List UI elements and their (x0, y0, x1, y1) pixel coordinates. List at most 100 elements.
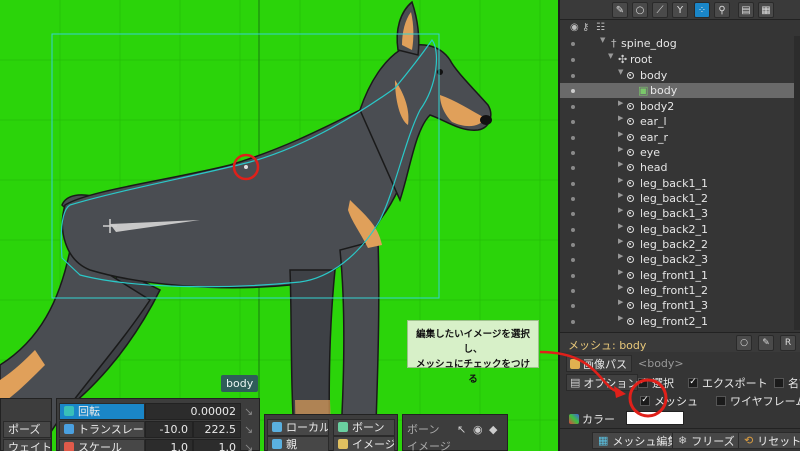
visibility-dot[interactable] (571, 289, 575, 293)
expand-arrow-icon[interactable]: ▶ (618, 206, 623, 214)
expand-arrow-icon[interactable]: ▶ (618, 237, 623, 245)
scale-y-value[interactable]: 1.0 (193, 438, 241, 451)
tag-icon[interactable]: ◆ (489, 423, 497, 436)
expand-arrow-icon[interactable]: ▶ (618, 176, 623, 184)
expand-arrow-icon[interactable]: ▼ (618, 68, 623, 76)
visibility-dot[interactable] (571, 258, 575, 262)
rotate-key-icon[interactable]: ↘ (244, 405, 253, 418)
visibility-dot[interactable] (571, 197, 575, 201)
checkbox[interactable]: ✓ (688, 377, 698, 388)
visibility-dot[interactable] (571, 151, 575, 155)
visibility-dot[interactable] (571, 74, 575, 78)
expand-arrow-icon[interactable]: ▶ (618, 191, 623, 199)
tree-item[interactable]: ▶ leg_back1_1 (560, 176, 796, 191)
tree-item[interactable]: ▶ leg_back1_2 (560, 191, 796, 206)
expand-arrow-icon[interactable]: ▶ (618, 160, 623, 168)
rotate-button[interactable]: 回転 (59, 402, 145, 420)
bones-filter-icon[interactable]: ⁘ (694, 2, 710, 18)
expand-arrow-icon[interactable]: ▶ (618, 145, 623, 153)
visibility-dot[interactable] (571, 304, 575, 308)
tree-item[interactable]: ▶ leg_front2_1 (560, 314, 796, 329)
image-toggle-button[interactable]: イメージ (333, 435, 395, 451)
link-icon[interactable]: ⟋ (652, 2, 668, 18)
find-icon[interactable]: ⚲ (714, 2, 730, 18)
scale-key-icon[interactable]: ↘ (244, 441, 253, 451)
tree-item[interactable]: ▶ body2 (560, 99, 796, 114)
brush-icon[interactable]: ✎ (612, 2, 628, 18)
checkbox[interactable] (716, 395, 726, 406)
tree-item[interactable]: ▼ body (560, 68, 796, 83)
visibility-header-icon[interactable]: ◉ (570, 22, 579, 33)
export-checkbox[interactable]: ✓ エクスポート (688, 375, 768, 391)
visibility-dot[interactable] (571, 166, 575, 170)
visibility-dot[interactable] (571, 120, 575, 124)
parent-axis-button[interactable]: 親 (267, 435, 329, 451)
scale-x-value[interactable]: 1.0 (145, 438, 193, 451)
tree-item[interactable]: ▶ leg_front1_3 (560, 298, 796, 313)
tree-item[interactable]: ▶ leg_back2_3 (560, 252, 796, 267)
expand-arrow-icon[interactable]: ▶ (618, 130, 623, 138)
tree-item[interactable]: ▶ ear_l (560, 114, 796, 129)
local-axis-button[interactable]: ローカル (267, 418, 329, 436)
tree-item[interactable]: ▶ leg_back2_2 (560, 237, 796, 252)
expand-arrow-icon[interactable]: ▶ (618, 99, 623, 107)
wireframe-checkbox[interactable]: ワイヤフレーム (716, 393, 800, 409)
tree-item[interactable]: ▼ ✣ root (560, 52, 796, 67)
visibility-dot[interactable] (571, 58, 575, 62)
tree-item[interactable]: ▶ eye (560, 145, 796, 160)
visibility-dot[interactable] (571, 105, 575, 109)
expand-arrow-icon[interactable]: ▼ (600, 36, 605, 44)
translate-x-value[interactable]: -10.0 (145, 420, 193, 438)
expand-arrow-icon[interactable]: ▼ (608, 52, 613, 60)
checkbox[interactable]: ✓ (640, 395, 650, 406)
rotate-value[interactable]: 0.00002 (145, 402, 241, 420)
bone-toggle-button[interactable]: ボーン (333, 418, 395, 436)
expand-arrow-icon[interactable]: ▶ (618, 314, 623, 322)
checkbox[interactable]: ✓ (638, 377, 648, 388)
key-header-icon[interactable]: ⚷ (582, 22, 589, 33)
name-checkbox[interactable]: 名前 (774, 375, 800, 391)
select-checkbox[interactable]: ✓ 選択 (638, 375, 674, 391)
visibility-dot[interactable] (571, 243, 575, 247)
tree-item[interactable]: ▶ leg_front1_2 (560, 283, 796, 298)
expand-icon[interactable]: ▦ (758, 2, 774, 18)
circle-icon[interactable]: ○ (632, 2, 648, 18)
visibility-dot[interactable] (571, 89, 575, 93)
pose-mode-button[interactable]: ポーズ (3, 420, 51, 438)
tree-header-icon[interactable]: ☷ (596, 22, 605, 33)
translate-key-icon[interactable]: ↘ (244, 423, 253, 436)
visibility-dot[interactable] (571, 136, 575, 140)
tree-item[interactable]: ▶ head (560, 160, 796, 175)
circle-icon[interactable]: ○ (736, 335, 752, 351)
expand-arrow-icon[interactable]: ▶ (618, 283, 623, 291)
visibility-dot[interactable] (571, 182, 575, 186)
translate-button[interactable]: トランスレート (59, 420, 145, 438)
tree-scrollbar[interactable] (794, 36, 800, 330)
tree-item[interactable]: ▶ ear_r (560, 130, 796, 145)
visibility-dot[interactable] (571, 42, 575, 46)
mesh-checkbox[interactable]: ✓ メッシュ (640, 393, 698, 409)
tree-item[interactable]: ▼ † spine_dog (560, 36, 796, 51)
translate-y-value[interactable]: 222.5 (193, 420, 241, 438)
checkbox[interactable] (774, 377, 784, 388)
visibility-dot[interactable] (571, 212, 575, 216)
reset-button[interactable]: ⟲ リセット (738, 432, 800, 449)
scale-button[interactable]: スケール (59, 438, 145, 451)
image-path-value[interactable]: <body> (638, 357, 684, 370)
weight-mode-button[interactable]: ウェイト (3, 438, 51, 451)
visibility-dot[interactable] (571, 228, 575, 232)
cursor-icon[interactable]: ↖ (457, 423, 466, 436)
visibility-dot[interactable] (571, 320, 575, 324)
color-swatch[interactable] (626, 411, 684, 425)
expand-arrow-icon[interactable]: ▶ (618, 298, 623, 306)
tree-item[interactable]: ▶ leg_back1_3 (560, 206, 796, 221)
tree-item[interactable]: ▶ leg_front1_1 (560, 268, 796, 283)
tree-item-selected[interactable]: ▣ body (560, 83, 796, 98)
expand-arrow-icon[interactable]: ▶ (618, 114, 623, 122)
expand-arrow-icon[interactable]: ▶ (618, 222, 623, 230)
pin-icon[interactable]: ✎ (758, 335, 774, 351)
tree-item[interactable]: ▶ leg_back2_1 (560, 222, 796, 237)
edit-mesh-button[interactable]: ▦ メッシュ編集 (592, 432, 685, 449)
eye-icon[interactable]: ◉ (473, 423, 483, 436)
freeze-button[interactable]: ❄ フリーズ (672, 432, 741, 449)
